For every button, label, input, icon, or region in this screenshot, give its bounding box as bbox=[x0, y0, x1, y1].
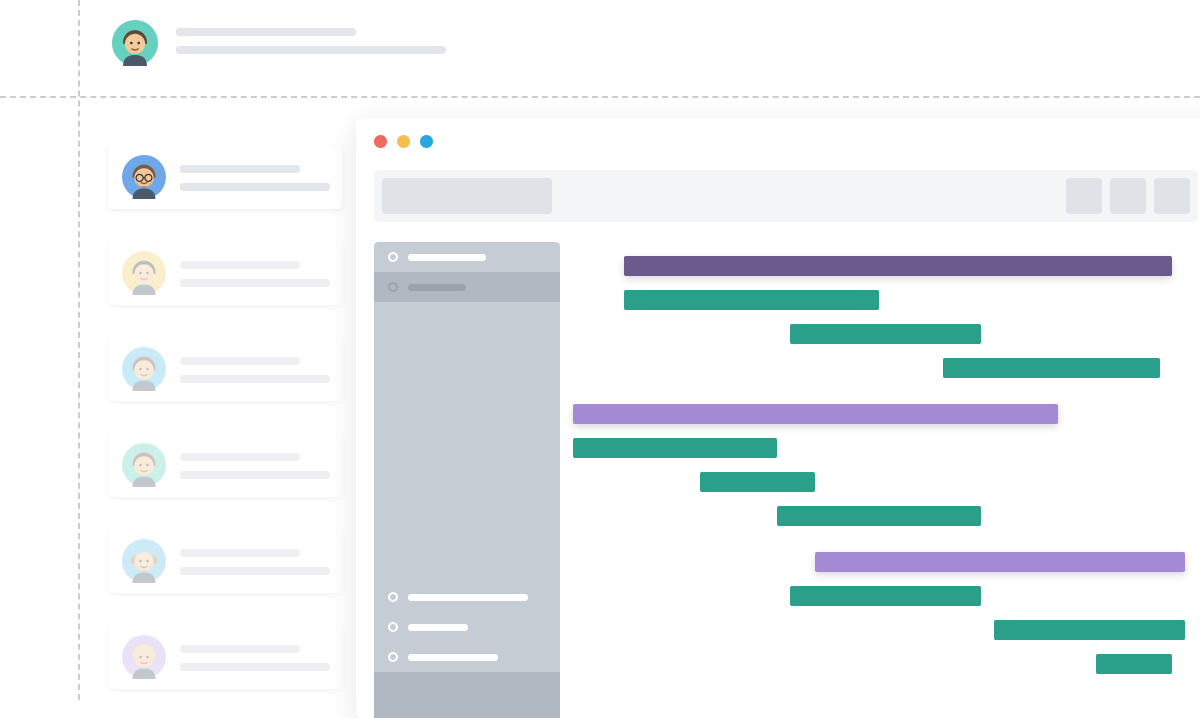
gantt-task-bar[interactable] bbox=[1096, 654, 1173, 674]
contact-card[interactable] bbox=[108, 625, 342, 689]
toolbar-action[interactable] bbox=[1110, 178, 1146, 214]
layout-divider-v bbox=[78, 0, 80, 700]
gantt-summary-bar[interactable] bbox=[573, 404, 1058, 424]
gantt-task-bar[interactable] bbox=[624, 290, 879, 310]
toolbar bbox=[374, 170, 1198, 222]
gantt-task-bar[interactable] bbox=[943, 358, 1160, 378]
avatar bbox=[112, 20, 158, 66]
app-content bbox=[374, 242, 1198, 718]
traffic-light-max-icon[interactable] bbox=[420, 135, 433, 148]
toolbar-action[interactable] bbox=[1154, 178, 1190, 214]
gantt-task-bar[interactable] bbox=[790, 586, 981, 606]
contact-name-line bbox=[180, 261, 300, 269]
traffic-light-close-icon[interactable] bbox=[374, 135, 387, 148]
side-panel-item[interactable] bbox=[374, 272, 560, 302]
contact-card[interactable] bbox=[108, 241, 342, 305]
contact-name-line bbox=[180, 645, 300, 653]
gantt-task-bar[interactable] bbox=[573, 438, 777, 458]
contact-sub-line bbox=[180, 567, 330, 575]
side-panel bbox=[374, 242, 560, 718]
header-line-2 bbox=[176, 46, 446, 54]
contact-list bbox=[108, 145, 342, 689]
gantt-task-bar[interactable] bbox=[790, 324, 981, 344]
contact-card[interactable] bbox=[108, 145, 342, 209]
traffic-light-min-icon[interactable] bbox=[397, 135, 410, 148]
gantt-summary-bar[interactable] bbox=[624, 256, 1173, 276]
toolbar-action[interactable] bbox=[1066, 178, 1102, 214]
header-line-1 bbox=[176, 28, 356, 36]
gantt-task-bar[interactable] bbox=[700, 472, 815, 492]
contact-name-line bbox=[180, 549, 300, 557]
side-panel-item[interactable] bbox=[374, 582, 560, 612]
browser-window bbox=[356, 118, 1200, 718]
gantt-task-bar[interactable] bbox=[994, 620, 1185, 640]
avatar bbox=[122, 539, 166, 583]
toolbar-main-block[interactable] bbox=[382, 178, 552, 214]
contact-sub-line bbox=[180, 183, 330, 191]
contact-card[interactable] bbox=[108, 433, 342, 497]
side-panel-item[interactable] bbox=[374, 642, 560, 672]
side-panel-footer bbox=[374, 672, 560, 718]
side-panel-item[interactable] bbox=[374, 612, 560, 642]
gantt-task-bar[interactable] bbox=[777, 506, 981, 526]
contact-sub-line bbox=[180, 375, 330, 383]
avatar bbox=[122, 251, 166, 295]
layout-divider-h bbox=[0, 96, 1200, 98]
contact-name-line bbox=[180, 165, 300, 173]
contact-sub-line bbox=[180, 279, 330, 287]
contact-sub-line bbox=[180, 663, 330, 671]
avatar bbox=[122, 347, 166, 391]
avatar bbox=[122, 155, 166, 199]
page-header bbox=[112, 20, 446, 66]
window-titlebar bbox=[356, 118, 1200, 164]
contact-name-line bbox=[180, 357, 300, 365]
avatar bbox=[122, 635, 166, 679]
avatar bbox=[122, 443, 166, 487]
contact-card[interactable] bbox=[108, 337, 342, 401]
contact-card[interactable] bbox=[108, 529, 342, 593]
contact-name-line bbox=[180, 453, 300, 461]
side-panel-item[interactable] bbox=[374, 242, 560, 272]
gantt-chart bbox=[560, 242, 1198, 718]
gantt-summary-bar[interactable] bbox=[815, 552, 1185, 572]
contact-sub-line bbox=[180, 471, 330, 479]
